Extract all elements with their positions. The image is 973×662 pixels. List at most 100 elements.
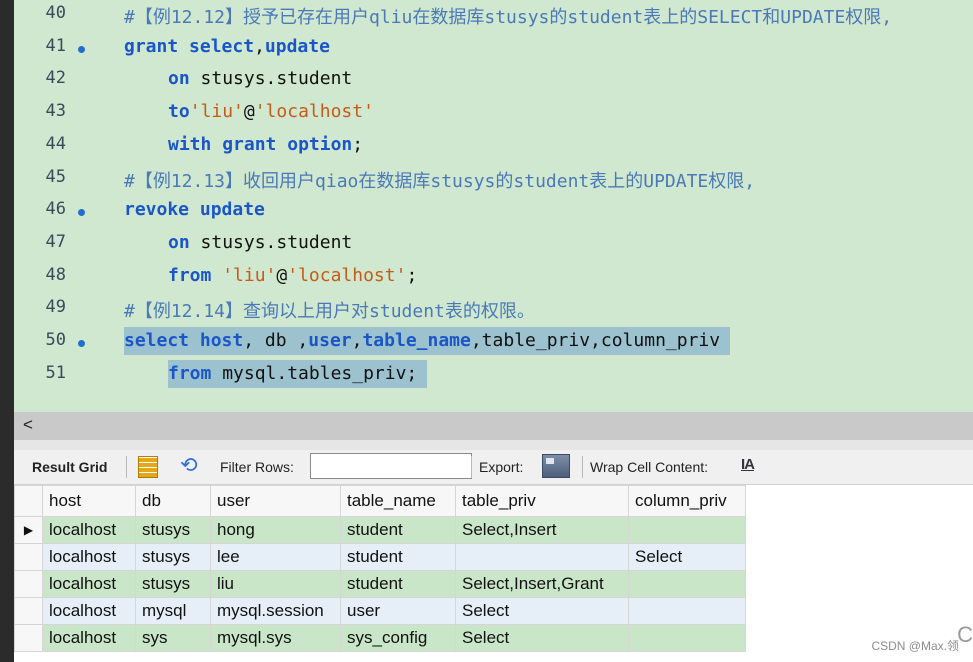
table-cell[interactable]: lee: [210, 543, 341, 571]
code-text: to'liu'@'localhost': [168, 101, 374, 122]
line-number: 44: [45, 133, 66, 154]
code-token: host: [199, 330, 244, 351]
toolbar-separator: [126, 456, 127, 478]
code-token: #【例12.13】收回用户qiao在数据库stusys的student表上的UP…: [124, 170, 756, 192]
code-token: update: [199, 199, 265, 221]
code-token: mysql.tables_priv;: [211, 362, 418, 384]
row-header[interactable]: [14, 543, 43, 571]
table-cell[interactable]: [628, 624, 746, 652]
result-grid-tab[interactable]: Result Grid: [32, 459, 107, 475]
table-cell[interactable]: stusys: [135, 570, 211, 598]
table-cell[interactable]: localhost: [42, 570, 136, 598]
code-token: 'localhost': [254, 101, 374, 123]
column-header-host[interactable]: host: [42, 485, 136, 517]
code-line[interactable]: 50 select host, db ,user,table_name,table…: [14, 325, 973, 358]
code-line[interactable]: 48 from 'liu'@'localhost';: [14, 260, 973, 293]
code-line[interactable]: 40 #【例12.12】授予已存在用户qliu在数据库stusys的student…: [14, 0, 973, 31]
code-line[interactable]: 47 on stusys.student: [14, 227, 973, 260]
code-line[interactable]: 49 #【例12.14】查询以上用户对student表的权限。: [14, 292, 973, 325]
table-cell[interactable]: Select,Insert: [455, 516, 629, 544]
table-cell[interactable]: mysql: [135, 597, 211, 625]
statement-marker-icon[interactable]: [78, 209, 85, 217]
statement-marker-icon[interactable]: [78, 340, 85, 347]
code-line[interactable]: 42 on stusys.student: [14, 63, 973, 96]
table-cell[interactable]: stusys: [135, 516, 211, 544]
grid-view-icon[interactable]: [138, 456, 158, 478]
table-cell[interactable]: sys_config: [340, 624, 456, 652]
sql-editor[interactable]: 40 #【例12.12】授予已存在用户qliu在数据库stusys的student…: [14, 0, 973, 412]
code-text: #【例12.12】授予已存在用户qliu在数据库stusys的student表上…: [124, 3, 892, 29]
code-token: ;: [406, 264, 418, 286]
code-line[interactable]: 43 to'liu'@'localhost': [14, 96, 973, 129]
table-cell[interactable]: hong: [210, 516, 341, 544]
table-cell[interactable]: [628, 597, 746, 625]
table-row[interactable]: localhost sys mysql.sys sys_config Select: [14, 624, 746, 652]
export-label: Export:: [479, 459, 524, 475]
code-token: grant: [222, 133, 277, 155]
row-header[interactable]: [14, 570, 43, 598]
table-cell[interactable]: localhost: [42, 624, 136, 652]
code-line[interactable]: 51 from mysql.tables_priv;: [14, 358, 973, 391]
table-cell[interactable]: student: [340, 570, 456, 598]
code-token: 'localhost': [287, 264, 407, 286]
code-token: 'liu': [189, 101, 244, 123]
table-cell[interactable]: localhost: [42, 516, 136, 544]
table-row[interactable]: ▶ localhost stusys hong student Select,Insert: [14, 516, 746, 544]
table-cell[interactable]: [628, 570, 746, 598]
horizontal-scrollbar[interactable]: <: [14, 412, 973, 440]
table-cell[interactable]: sys: [135, 624, 211, 652]
table-cell[interactable]: student: [340, 516, 456, 544]
row-header[interactable]: ▶: [14, 516, 43, 544]
table-cell[interactable]: Select: [455, 624, 629, 652]
code-token: @: [276, 264, 288, 286]
code-token: ,table_priv,column_priv: [470, 330, 721, 351]
refresh-icon[interactable]: ⟲: [180, 453, 198, 478]
code-token: ;: [352, 133, 364, 155]
code-token: table_name: [362, 330, 471, 351]
line-number: 51: [45, 362, 66, 383]
code-token: 'liu': [222, 264, 277, 286]
table-row[interactable]: localhost mysql mysql.session user Select: [14, 597, 746, 625]
table-cell[interactable]: localhost: [42, 543, 136, 571]
line-number: 45: [45, 166, 66, 187]
scroll-left-arrow-icon[interactable]: <: [23, 415, 33, 435]
filter-rows-input[interactable]: [310, 453, 472, 479]
wrap-cell-content-icon[interactable]: IA: [741, 456, 755, 473]
code-text: #【例12.13】收回用户qiao在数据库stusys的student表上的UP…: [124, 167, 755, 193]
code-token: ,: [351, 330, 363, 351]
code-token: option: [287, 133, 353, 155]
table-cell[interactable]: [455, 543, 629, 571]
table-cell[interactable]: Select: [455, 597, 629, 625]
column-header-column-priv[interactable]: column_priv: [628, 485, 746, 517]
column-header-user[interactable]: user: [210, 485, 341, 517]
table-cell[interactable]: mysql.session: [210, 597, 341, 625]
table-cell[interactable]: mysql.sys: [210, 624, 341, 652]
table-cell[interactable]: student: [340, 543, 456, 571]
export-icon[interactable]: [542, 454, 570, 478]
table-cell[interactable]: stusys: [135, 543, 211, 571]
table-row[interactable]: localhost stusys liu student Select,Insert,G…: [14, 570, 746, 598]
column-header-table-priv[interactable]: table_priv: [455, 485, 629, 517]
code-line[interactable]: 46 revoke update: [14, 194, 973, 227]
column-header-table-name[interactable]: table_name: [340, 485, 456, 517]
code-text: on stusys.student: [168, 68, 352, 89]
table-row[interactable]: localhost stusys lee student Select: [14, 543, 746, 571]
row-header[interactable]: [14, 597, 43, 625]
table-cell[interactable]: liu: [210, 570, 341, 598]
code-token: update: [264, 35, 330, 57]
column-header-db[interactable]: db: [135, 485, 211, 517]
table-cell[interactable]: [628, 516, 746, 544]
code-text: from mysql.tables_priv;: [168, 359, 428, 388]
row-header[interactable]: [14, 624, 43, 652]
code-token: with: [168, 133, 212, 155]
table-cell[interactable]: Select,Insert,Grant: [455, 570, 629, 598]
code-text: #【例12.14】查询以上用户对student表的权限。: [124, 297, 535, 323]
table-cell[interactable]: user: [340, 597, 456, 625]
code-line[interactable]: 45 #【例12.13】收回用户qiao在数据库stusys的student表上的…: [14, 162, 973, 195]
code-line[interactable]: 41 grant select,update: [14, 31, 973, 64]
table-cell[interactable]: localhost: [42, 597, 136, 625]
code-line[interactable]: 44 with grant option;: [14, 129, 973, 162]
table-cell[interactable]: Select: [628, 543, 746, 571]
statement-marker-icon[interactable]: [78, 45, 85, 53]
